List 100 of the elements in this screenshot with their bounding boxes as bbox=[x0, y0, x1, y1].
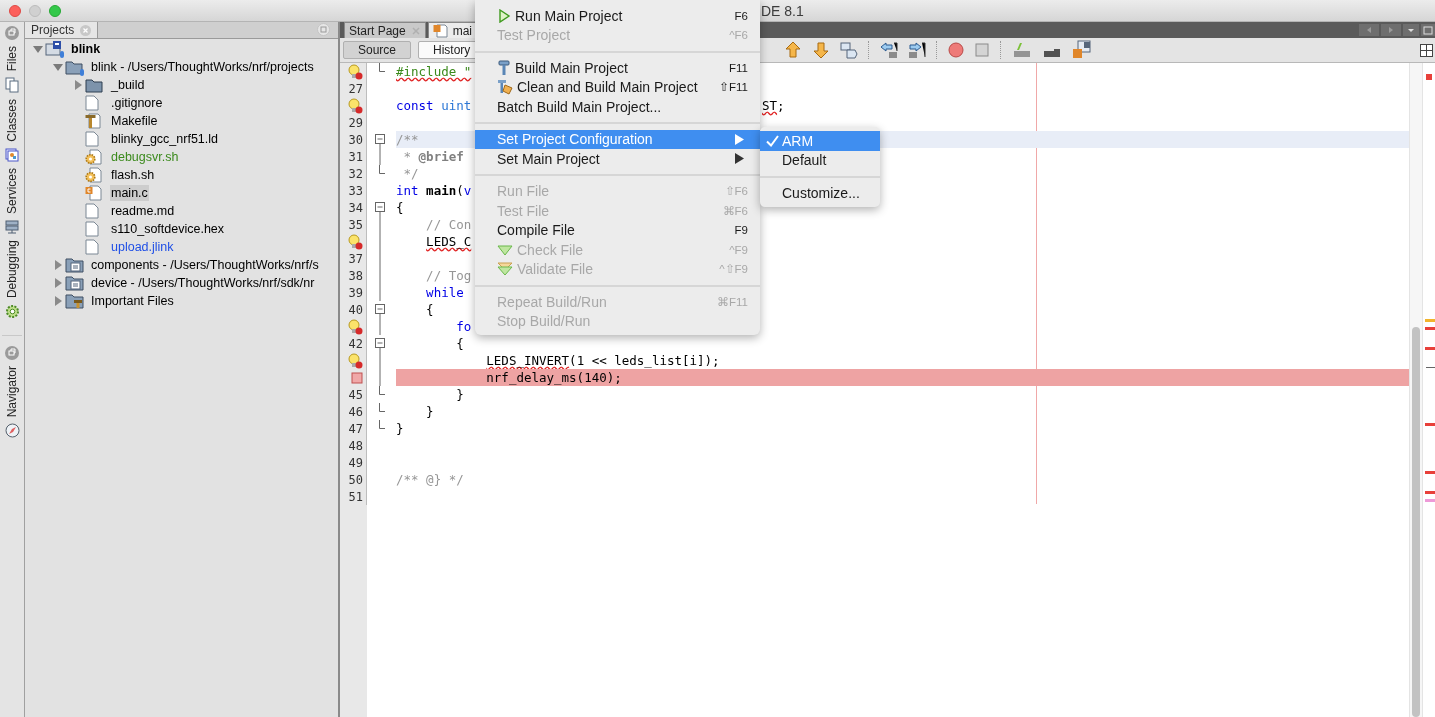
code-line: fo bbox=[455, 319, 472, 334]
up-arrow-icon[interactable] bbox=[784, 41, 803, 59]
folder-icon bbox=[65, 257, 85, 273]
header-source-icon[interactable] bbox=[1072, 40, 1093, 60]
code-line: nrf_delay_ms(140); bbox=[485, 370, 622, 385]
tree-item[interactable]: main.c bbox=[110, 185, 149, 201]
classes-icon bbox=[5, 148, 19, 163]
files-icon bbox=[5, 77, 19, 94]
code-fragment: ST; bbox=[762, 98, 785, 113]
fold-toggle-icon[interactable] bbox=[374, 335, 386, 352]
projects-tab[interactable]: Projects bbox=[25, 22, 99, 38]
line-number: 37 bbox=[348, 251, 363, 266]
fold-toggle-icon[interactable] bbox=[374, 199, 386, 216]
side-tab[interactable]: Debugging bbox=[5, 240, 19, 299]
code-line: // Con bbox=[425, 217, 472, 232]
scroll-right-icon[interactable] bbox=[1381, 24, 1401, 36]
tree-item[interactable]: s110_softdevice.hex bbox=[110, 221, 226, 237]
gear-icon bbox=[4, 304, 20, 320]
stop-icon[interactable] bbox=[974, 42, 991, 58]
menu-item[interactable]: Customize... bbox=[760, 183, 880, 203]
tree-item[interactable]: components - /Users/ThoughtWorks/nrf/s bbox=[90, 257, 320, 273]
fold-toggle-icon[interactable] bbox=[374, 131, 386, 148]
collapsed-arrow-icon[interactable] bbox=[53, 296, 63, 306]
expanded-arrow-icon[interactable] bbox=[53, 62, 63, 72]
restore-icon[interactable] bbox=[5, 346, 19, 361]
folder-icon bbox=[85, 77, 103, 93]
code-line: { bbox=[425, 302, 434, 317]
code-line: // Tog bbox=[425, 268, 472, 283]
tree-item[interactable]: blink - /Users/ThoughtWorks/nrf/projects bbox=[90, 59, 315, 75]
breakpoint-icon[interactable] bbox=[351, 371, 363, 384]
menu-item[interactable]: Build Main Project F11 bbox=[475, 58, 760, 78]
tree-item[interactable]: flash.sh bbox=[110, 167, 156, 183]
hint-bulb-icon[interactable] bbox=[347, 352, 363, 369]
side-tab[interactable]: Classes bbox=[5, 99, 19, 143]
servers-icon bbox=[5, 220, 19, 235]
menu-item[interactable]: Default bbox=[760, 150, 880, 170]
record-icon[interactable] bbox=[948, 42, 965, 58]
close-icon[interactable] bbox=[80, 24, 92, 36]
hint-bulb-icon[interactable] bbox=[347, 318, 363, 335]
c-file-icon bbox=[85, 185, 102, 201]
fold-end-icon bbox=[379, 63, 385, 72]
folder-icon bbox=[65, 58, 85, 76]
check-triangle-icon bbox=[497, 243, 513, 256]
fold-toggle-icon[interactable] bbox=[374, 301, 386, 318]
tree-item[interactable]: device - /Users/ThoughtWorks/nrf/sdk/nr bbox=[90, 275, 316, 291]
line-number: 45 bbox=[348, 387, 363, 402]
code-line: */ bbox=[402, 166, 419, 181]
comment-lines-icon[interactable] bbox=[1012, 41, 1033, 59]
view-button[interactable]: Source bbox=[343, 41, 412, 59]
close-window-button[interactable] bbox=[9, 4, 21, 17]
code-line: /** @} */ bbox=[396, 472, 464, 487]
dropdown-icon[interactable] bbox=[1403, 24, 1419, 36]
minimize-icon[interactable] bbox=[317, 23, 330, 36]
hint-bulb-icon[interactable] bbox=[347, 233, 363, 250]
line-number: 35 bbox=[348, 217, 363, 232]
maximize-icon[interactable] bbox=[1421, 24, 1435, 36]
tree-item[interactable]: _build bbox=[110, 77, 146, 93]
shapes-icon[interactable] bbox=[840, 41, 859, 59]
menu-item[interactable]: Compile File F9 bbox=[475, 220, 760, 240]
side-tab[interactable]: Navigator bbox=[5, 366, 19, 418]
tree-item[interactable]: .gitignore bbox=[110, 95, 164, 111]
code-line: /** bbox=[396, 132, 419, 147]
editor-tab[interactable]: mai bbox=[427, 22, 478, 38]
restore-icon[interactable] bbox=[5, 26, 19, 40]
code-line: * @brief bbox=[402, 149, 464, 164]
shift-right-icon[interactable] bbox=[908, 41, 927, 59]
hammer-icon bbox=[85, 113, 101, 129]
hint-bulb-icon[interactable] bbox=[347, 63, 363, 80]
file-icon bbox=[85, 95, 99, 111]
collapsed-arrow-icon[interactable] bbox=[53, 260, 63, 270]
line-number: 27 bbox=[348, 81, 363, 96]
zoom-window-button[interactable] bbox=[49, 4, 61, 17]
down-arrow-icon[interactable] bbox=[812, 41, 831, 59]
collapsed-arrow-icon[interactable] bbox=[53, 278, 63, 288]
scrollbar-thumb[interactable] bbox=[1412, 327, 1420, 717]
editor-tab[interactable]: Start Page bbox=[344, 22, 426, 38]
tree-item[interactable]: upload.jlink bbox=[110, 239, 175, 255]
side-tab[interactable]: Files bbox=[5, 46, 19, 72]
line-number: 32 bbox=[348, 166, 363, 181]
collapsed-arrow-icon[interactable] bbox=[73, 80, 83, 90]
tree-item[interactable]: blinky_gcc_nrf51.ld bbox=[110, 131, 219, 147]
split-icon[interactable] bbox=[1420, 43, 1433, 57]
tree-item[interactable]: Important Files bbox=[90, 293, 175, 309]
scroll-left-icon[interactable] bbox=[1359, 24, 1379, 36]
menu-item[interactable]: Clean and Build Main Project ⇧F11 bbox=[475, 77, 760, 97]
shift-left-icon[interactable] bbox=[880, 41, 899, 59]
code-line: { bbox=[455, 336, 464, 351]
menu-item[interactable]: Run Main Project F6 bbox=[475, 6, 760, 26]
menu-item[interactable]: Set Main Project bbox=[475, 149, 760, 169]
side-tab[interactable]: Services bbox=[5, 168, 19, 215]
hint-bulb-icon[interactable] bbox=[347, 97, 363, 114]
compass-icon bbox=[4, 423, 20, 439]
tree-item[interactable]: blink bbox=[70, 41, 102, 57]
menu-item[interactable]: Batch Build Main Project... bbox=[475, 97, 760, 117]
tree-item[interactable]: readme.md bbox=[110, 203, 176, 219]
tree-item[interactable]: Makefile bbox=[110, 113, 159, 129]
scrollbar[interactable] bbox=[1409, 63, 1423, 717]
expanded-arrow-icon[interactable] bbox=[33, 44, 43, 54]
line-number: 50 bbox=[348, 472, 363, 487]
code-line: const uint bbox=[396, 98, 472, 113]
